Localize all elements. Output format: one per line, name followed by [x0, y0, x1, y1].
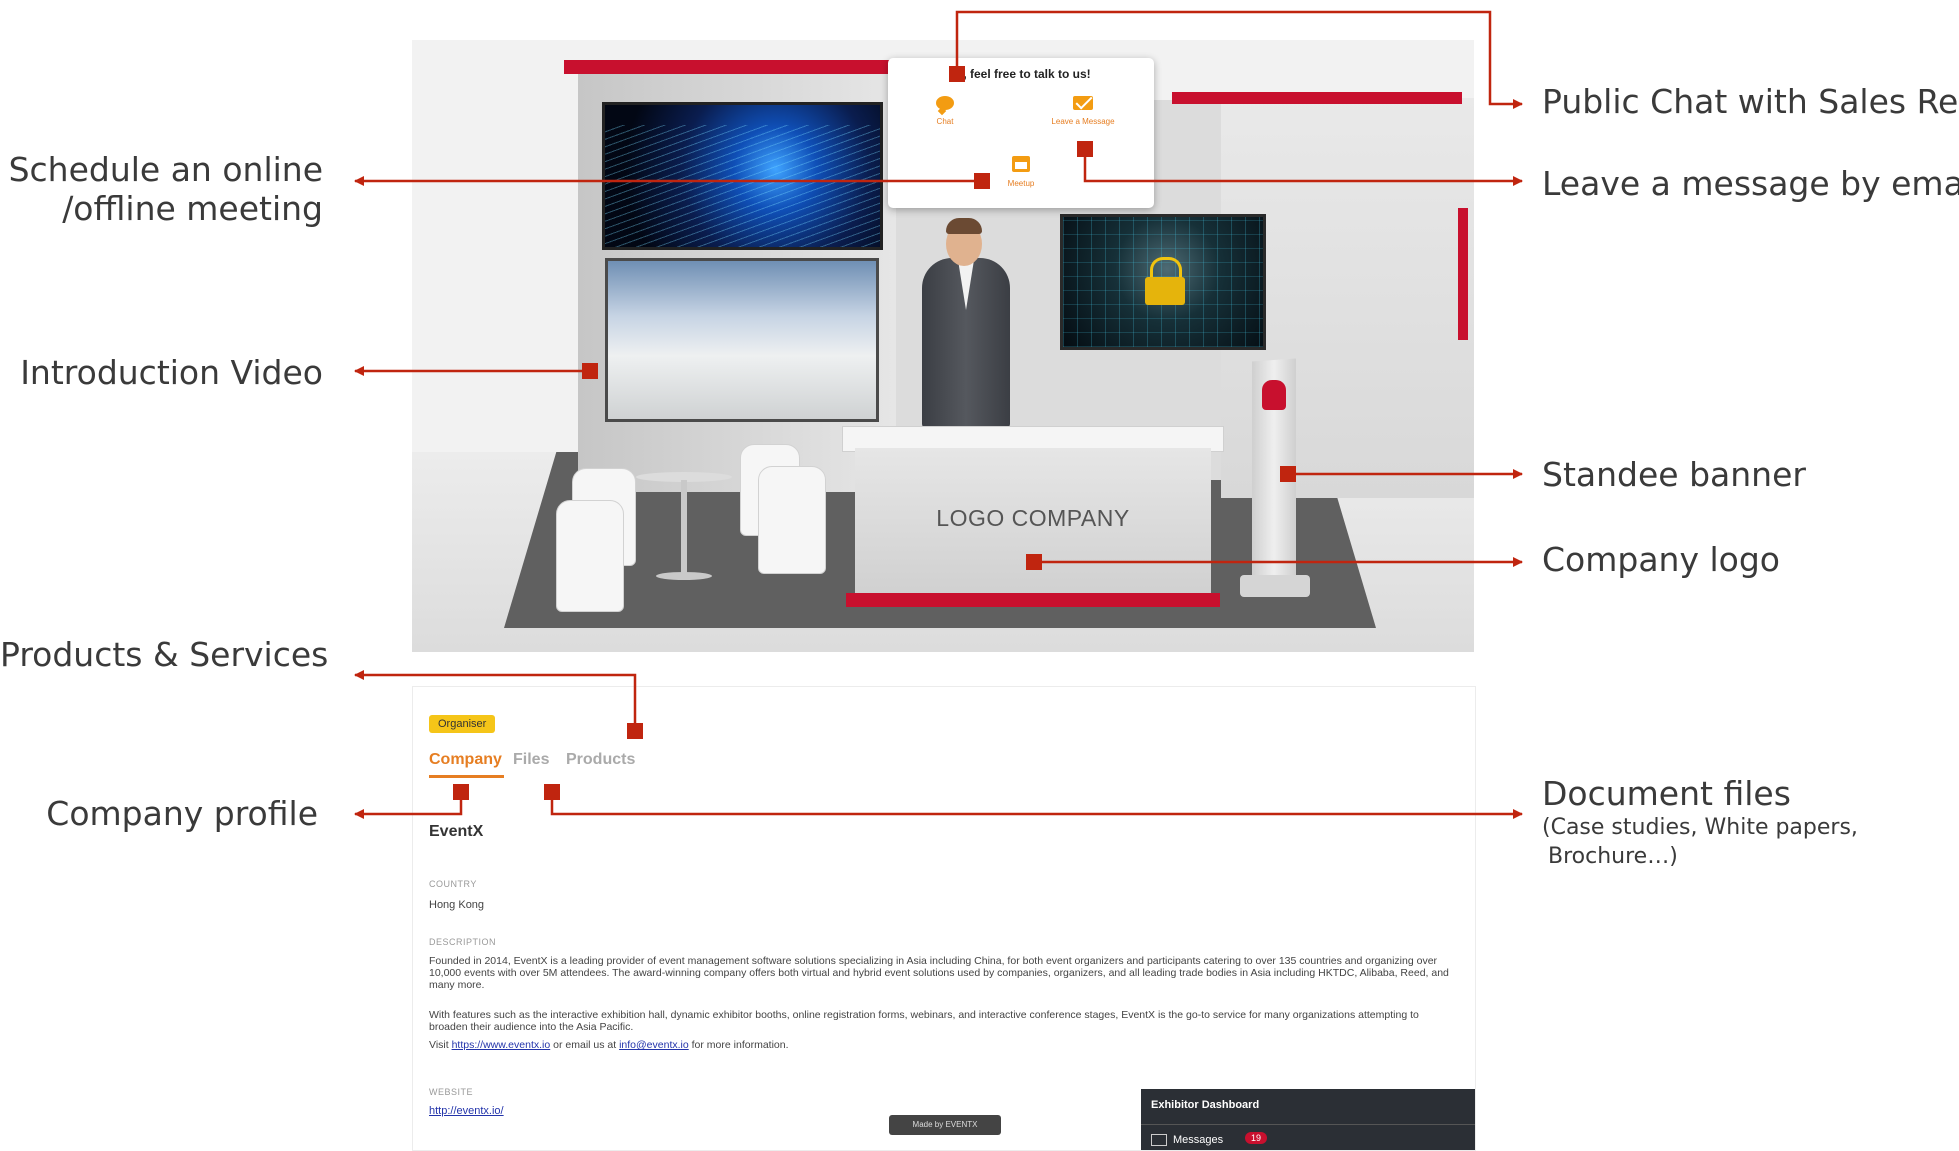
dashboard-divider: [1141, 1124, 1475, 1125]
chair: [758, 466, 826, 574]
meetup-button[interactable]: Meetup: [976, 156, 1066, 188]
callout-document-files-sub1: (Case studies, White papers,: [1542, 815, 1858, 840]
popup-title: Hi, feel free to talk to us!: [951, 67, 1091, 81]
company-name: EventX: [429, 823, 484, 840]
callout-public-chat: Public Chat with Sales Rep: [1542, 82, 1959, 121]
callout-document-files: Document files (Case studies, White pape…: [1542, 774, 1858, 871]
chat-label: Chat: [936, 117, 954, 126]
callout-document-files-sub2: Brochure…): [1548, 844, 1678, 869]
website-label: WEBSITE: [429, 1087, 474, 1097]
hand-touch-icon: [1262, 380, 1286, 410]
round-table-base: [656, 572, 712, 580]
leave-message-button[interactable]: Leave a Message: [1038, 96, 1128, 126]
tab-products[interactable]: Products: [566, 751, 635, 769]
callout-company-profile: Company profile: [46, 794, 318, 833]
tab-company[interactable]: Company: [429, 751, 502, 769]
callout-schedule-meeting: Schedule an online /offline meeting: [0, 150, 323, 228]
visit-line: Visit https://www.eventx.io or email us …: [429, 1039, 1459, 1051]
tab-files[interactable]: Files: [513, 751, 549, 769]
callout-standee-banner: Standee banner: [1542, 455, 1806, 494]
calendar-icon: [1012, 156, 1030, 172]
callout-intro-video: Introduction Video: [20, 353, 323, 392]
country-value: Hong Kong: [429, 899, 485, 911]
callout-leave-message: Leave a message by email: [1542, 164, 1959, 203]
exhibitor-dashboard[interactable]: Exhibitor Dashboard Messages 19: [1141, 1089, 1475, 1150]
cloud-screen[interactable]: [602, 102, 883, 250]
chat-button[interactable]: Chat: [900, 96, 990, 126]
description-paragraph-2: With features such as the interactive ex…: [429, 1009, 1419, 1033]
round-table-leg: [681, 480, 687, 576]
dashboard-title: Exhibitor Dashboard: [1151, 1099, 1260, 1111]
country-label: COUNTRY: [429, 879, 477, 889]
desk-logo-text: LOGO COMPANY: [936, 505, 1130, 531]
messages-label[interactable]: Messages: [1173, 1134, 1223, 1146]
chat-bubble-icon: [936, 96, 954, 110]
envelope-icon: [1073, 96, 1093, 110]
standee-base: [1240, 575, 1310, 597]
introduction-video-screen[interactable]: [605, 258, 879, 422]
organiser-badge: Organiser: [429, 715, 496, 733]
callout-document-files-title: Document files: [1542, 774, 1791, 813]
booth-side-trim: [1458, 208, 1468, 340]
security-screen[interactable]: [1060, 214, 1266, 350]
website-value-link[interactable]: http://eventx.io/: [429, 1105, 504, 1117]
callout-schedule-line2: /offline meeting: [62, 189, 323, 228]
visit-suffix: for more information.: [688, 1039, 789, 1051]
messages-count-badge: 19: [1245, 1132, 1268, 1144]
sales-rep-hair: [946, 218, 982, 234]
description-paragraph-1: Founded in 2014, EventX is a leading pro…: [429, 955, 1449, 991]
reception-desk-base: [846, 593, 1220, 607]
messages-icon: [1151, 1134, 1167, 1146]
made-by-badge[interactable]: Made by EVENTX: [889, 1115, 1001, 1135]
chair: [556, 500, 624, 612]
leave-message-label: Leave a Message: [1051, 117, 1115, 126]
callout-products-services: Products & Services: [0, 635, 329, 674]
meetup-label: Meetup: [1007, 179, 1035, 188]
booth-header-bar-left: [564, 60, 900, 74]
active-tab-indicator: [429, 775, 504, 778]
company-profile-panel: Organiser Company Files Products EventX …: [412, 686, 1476, 1151]
visit-middle: or email us at: [550, 1039, 620, 1051]
visit-prefix: Visit: [429, 1039, 452, 1051]
email-link[interactable]: info@eventx.io: [619, 1039, 689, 1051]
website-link[interactable]: https://www.eventx.io: [452, 1039, 551, 1051]
chat-popup: Hi, feel free to talk to us! Chat Leave …: [888, 58, 1154, 208]
booth-header-bar-right: [1172, 92, 1462, 104]
callout-company-logo: Company logo: [1542, 540, 1780, 579]
callout-schedule-line1: Schedule an online: [8, 150, 323, 189]
description-label: DESCRIPTION: [429, 937, 497, 947]
